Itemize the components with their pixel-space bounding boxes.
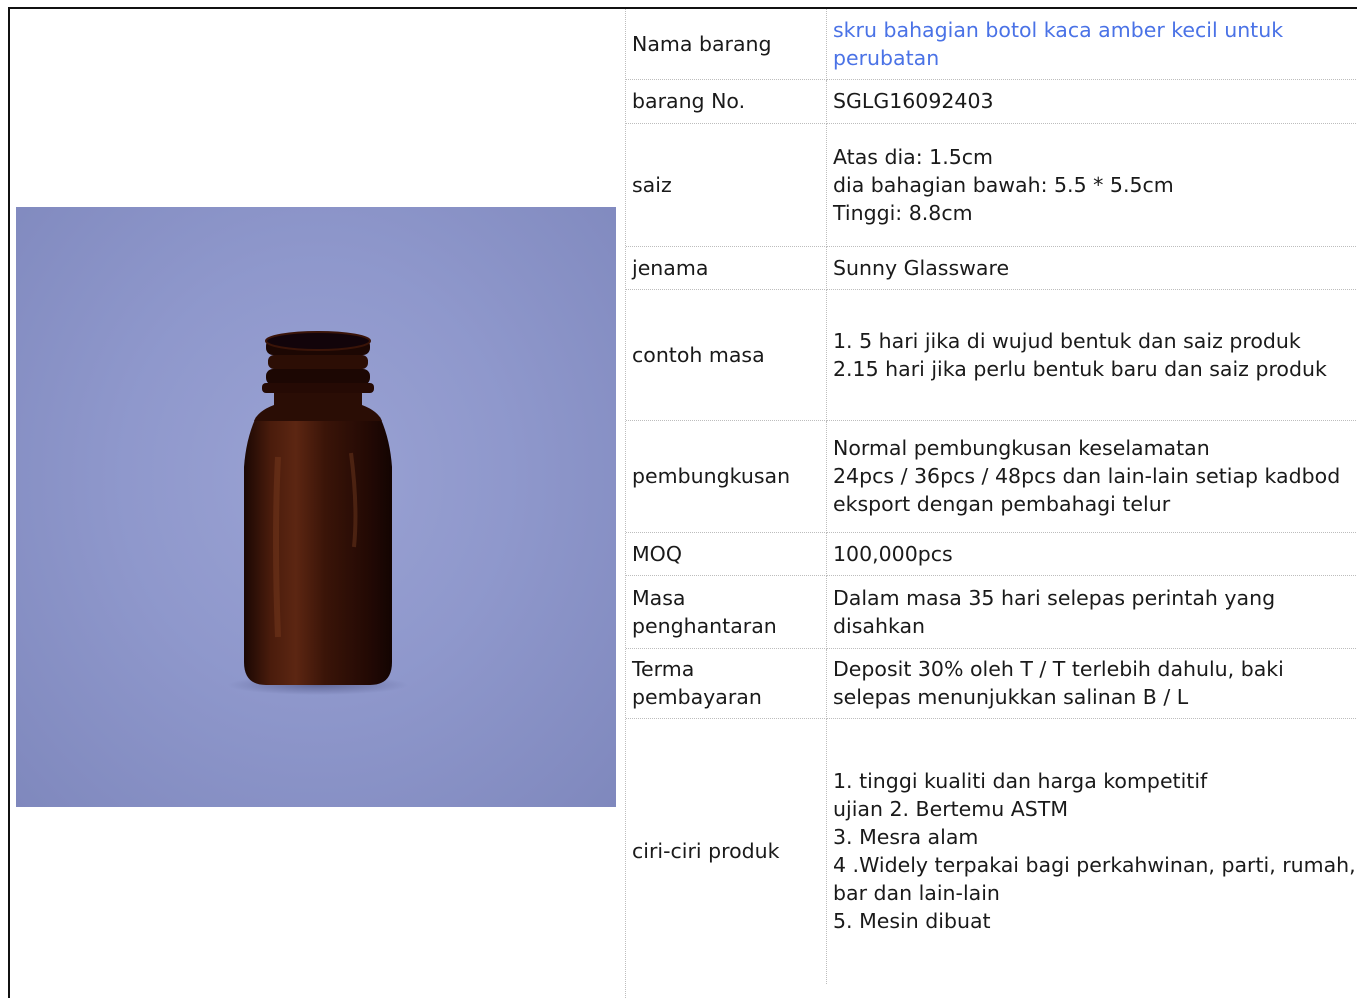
table-row: pembungkusan Normal pembungkusan keselam… (626, 420, 1357, 533)
table-row: contoh masa 1. 5 hari jika di wujud bent… (626, 289, 1357, 421)
row-value: Dalam masa 35 hari selepas perintah yang… (826, 575, 1357, 649)
row-label: Nama barang (626, 9, 827, 80)
size-bottom: dia bahagian bawah: 5.5 * 5.5cm (833, 172, 1174, 197)
row-value: Sunny Glassware (826, 246, 1357, 290)
row-label: contoh masa (626, 289, 827, 421)
table-row: MOQ 100,000pcs (626, 532, 1357, 576)
product-image-cell (10, 9, 624, 998)
row-value: Atas dia: 1.5cm dia bahagian bawah: 5.5 … (826, 123, 1357, 247)
feature-4: 4 .Widely terpakai bagi perkahwinan, par… (833, 853, 1356, 906)
product-name-text[interactable]: skru bahagian botol kaca amber kecil unt… (833, 18, 1283, 70)
row-label: pembungkusan (626, 420, 827, 533)
size-top: Atas dia: 1.5cm (833, 144, 993, 169)
row-value: SGLG16092403 (826, 79, 1357, 124)
row-value: Normal pembungkusan keselamatan 24pcs / … (826, 420, 1357, 533)
table-row: ciri-ciri produk 1. tinggi kualiti dan h… (626, 718, 1357, 984)
table-row: Masa penghantaran Dalam masa 35 hari sel… (626, 575, 1357, 649)
feature-5: 5. Mesin dibuat (833, 909, 991, 934)
row-value: 100,000pcs (826, 532, 1357, 576)
row-label: saiz (626, 123, 827, 247)
row-label: MOQ (626, 532, 827, 576)
row-value: Deposit 30% oleh T / T terlebih dahulu, … (826, 648, 1357, 719)
row-label: Masa penghantaran (626, 575, 827, 649)
sample-time-1: 1. 5 hari jika di wujud bentuk dan saiz … (833, 328, 1301, 353)
packaging-2: 24pcs / 36pcs / 48pcs dan lain-lain seti… (833, 464, 1341, 516)
row-label: jenama (626, 246, 827, 290)
table-row: jenama Sunny Glassware (626, 246, 1357, 290)
feature-3: 3. Mesra alam (833, 825, 979, 850)
feature-2: ujian 2. Bertemu ASTM (833, 797, 1069, 822)
row-value: 1. tinggi kualiti dan harga kompetitif u… (827, 718, 1357, 984)
row-label: barang No. (626, 79, 827, 124)
spec-table: Nama barang skru bahagian botol kaca amb… (626, 9, 1357, 984)
row-label: Terma pembayaran (626, 648, 827, 719)
row-value: 1. 5 hari jika di wujud bentuk dan saiz … (826, 289, 1357, 421)
feature-1: 1. tinggi kualiti dan harga kompetitif (833, 769, 1208, 794)
table-row: Terma pembayaran Deposit 30% oleh T / T … (626, 648, 1357, 719)
table-row: barang No. SGLG16092403 (626, 79, 1357, 124)
packaging-1: Normal pembungkusan keselamatan (833, 436, 1210, 460)
table-row: saiz Atas dia: 1.5cm dia bahagian bawah:… (626, 123, 1357, 247)
sample-time-2: 2.15 hari jika perlu bentuk baru dan sai… (833, 356, 1327, 381)
product-name-link[interactable]: skru bahagian botol kaca amber kecil unt… (826, 9, 1357, 80)
product-photo (16, 207, 616, 807)
size-height: Tinggi: 8.8cm (833, 200, 973, 225)
table-row: Nama barang skru bahagian botol kaca amb… (626, 9, 1357, 80)
row-label: ciri-ciri produk (626, 718, 827, 984)
amber-bottle-image (228, 331, 408, 695)
